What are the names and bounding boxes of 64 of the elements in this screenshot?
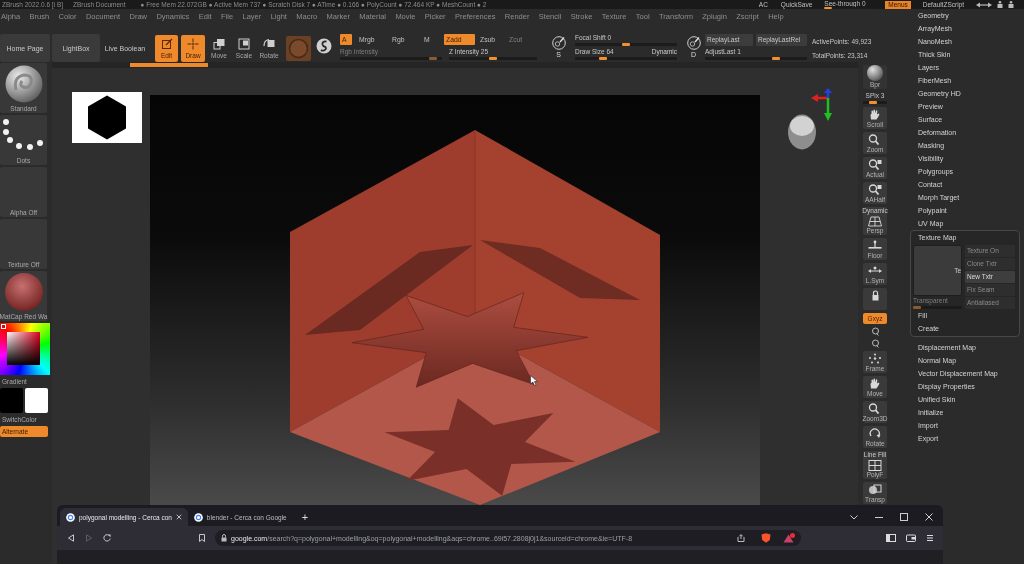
grid-icon — [868, 459, 882, 471]
swirl-icon[interactable] — [316, 38, 332, 54]
sphere-icon — [3, 273, 44, 311]
back-arrow-icon[interactable] — [67, 534, 75, 542]
square-arc-icon — [263, 38, 275, 50]
floor-icon — [868, 240, 882, 251]
pencil-square-icon — [160, 38, 173, 50]
overlapping-shapes-icon — [868, 484, 882, 495]
grid-icon — [868, 215, 882, 227]
dots-icon — [868, 353, 882, 364]
circle-icon[interactable] — [870, 339, 880, 348]
lock-icon — [871, 290, 879, 301]
cursor-icon — [530, 375, 538, 386]
shield-icon[interactable] — [761, 533, 771, 543]
gizmo-icon[interactable] — [787, 88, 833, 150]
overlapping-squares-icon — [238, 38, 250, 50]
bookmark-icon[interactable] — [199, 534, 205, 542]
new-tab-button[interactable]: + — [301, 508, 309, 526]
color-swatch-icon[interactable] — [25, 388, 48, 413]
lock-button[interactable] — [863, 288, 887, 310]
circle-icon[interactable] — [870, 327, 880, 336]
hand-icon — [868, 109, 882, 120]
picker-marker-icon — [1, 324, 6, 329]
close-icon[interactable] — [175, 514, 182, 520]
favicon-icon — [193, 512, 203, 522]
menu-icon[interactable] — [926, 534, 934, 542]
share-icon[interactable] — [737, 534, 745, 542]
dots-icon — [3, 119, 43, 150]
color-picker[interactable] — [0, 323, 50, 375]
slider-thumb[interactable] — [771, 57, 780, 60]
slider-thumb[interactable] — [868, 101, 877, 104]
rotate-icon — [868, 428, 882, 439]
sidebar-icon[interactable] — [886, 534, 896, 542]
magnifier-icon — [868, 184, 882, 195]
maximize-icon[interactable] — [900, 513, 908, 521]
brush-circle-icon — [686, 36, 701, 50]
brush-circle-icon — [551, 36, 566, 50]
wallet-icon[interactable] — [906, 534, 916, 542]
reload-icon[interactable] — [103, 534, 111, 542]
circle-tile-icon[interactable] — [286, 36, 311, 61]
minimize-icon[interactable] — [875, 516, 883, 518]
triangle-badge-icon[interactable] — [783, 533, 795, 543]
magnifier-icon — [868, 159, 882, 170]
sphere-icon — [867, 65, 883, 81]
favicon-icon — [66, 512, 75, 522]
crosshair-icon — [187, 38, 199, 50]
color-square[interactable] — [7, 332, 40, 365]
slider-thumb[interactable] — [599, 57, 608, 60]
symmetry-icon — [868, 265, 882, 276]
slider-thumb[interactable] — [489, 57, 497, 60]
color-swatch-icon[interactable] — [0, 388, 23, 413]
sphere-icon — [3, 65, 44, 103]
magnifier-icon — [868, 403, 882, 414]
close-icon[interactable] — [925, 513, 933, 521]
hand-icon — [868, 378, 882, 389]
double-arrow-icon[interactable] — [976, 1, 992, 8]
figure-icon[interactable] — [997, 1, 1003, 8]
figure-icon[interactable] — [1008, 1, 1014, 8]
lock-icon — [221, 534, 227, 542]
slider-thumb[interactable] — [622, 43, 630, 46]
magnifier-icon — [868, 134, 882, 145]
chevron-down-icon[interactable] — [850, 514, 858, 520]
slider-track[interactable] — [863, 101, 887, 104]
overlapping-squares-icon — [213, 38, 225, 50]
